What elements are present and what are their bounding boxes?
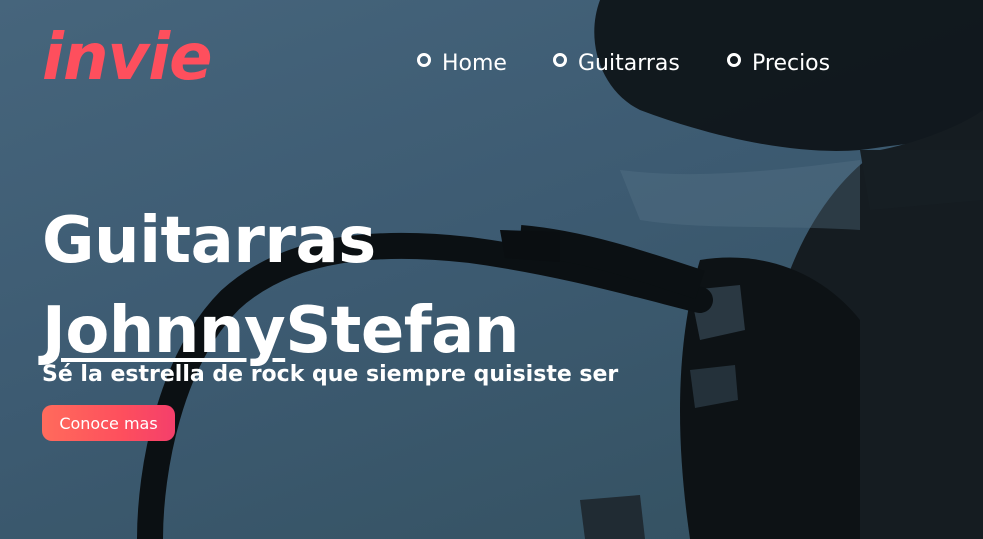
site-header: invie Home Guitarras Precios [0, 0, 983, 120]
hero-title-underlined-name: Johnny [42, 294, 286, 368]
main-nav: Home Guitarras Precios [0, 50, 983, 80]
hero-title-line1: Guitarras [42, 204, 376, 278]
hero-title: Guitarras JohnnyStefan [42, 196, 519, 376]
nav-item-home[interactable]: Home [417, 50, 507, 78]
circle-bullet-icon [727, 53, 741, 67]
circle-bullet-icon [553, 53, 567, 67]
hero-section: invie Home Guitarras Precios Guitarras J… [0, 0, 983, 539]
nav-item-label: Precios [752, 51, 831, 76]
hero-subtitle: Sé la estrella de rock que siempre quisi… [42, 362, 619, 387]
circle-bullet-icon [417, 53, 431, 67]
hero-title-name-rest: Stefan [285, 294, 519, 368]
nav-item-guitarras[interactable]: Guitarras [553, 50, 680, 78]
nav-item-label: Guitarras [578, 51, 680, 76]
nav-item-precios[interactable]: Precios [727, 50, 830, 78]
conoce-mas-button[interactable]: Conoce mas [42, 405, 175, 441]
nav-item-label: Home [442, 51, 507, 76]
